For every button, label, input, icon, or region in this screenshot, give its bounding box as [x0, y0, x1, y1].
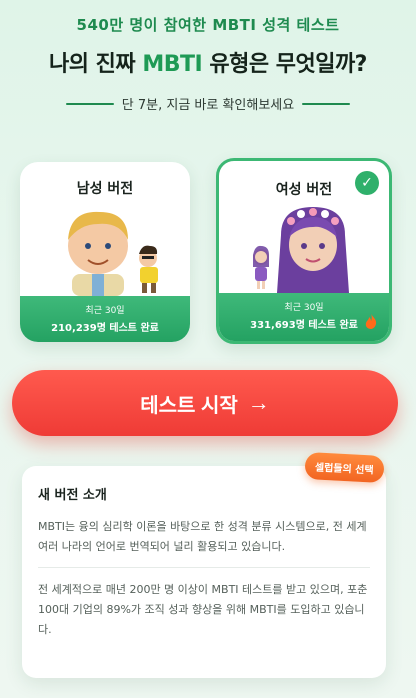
tagline-line-left — [65, 102, 114, 105]
info-title: 새 버전 소개 — [38, 488, 107, 503]
male-card-footer: 최근 30일 210,239명 테스트 완료 — [20, 296, 190, 342]
page-title: 나의 진짜 MBTI 유형은 무엇일까? — [0, 46, 416, 78]
male-stat: 210,239명 테스트 완료 — [51, 323, 159, 334]
tagline-line-right — [302, 102, 351, 105]
fire-icon — [365, 313, 377, 329]
participant-count-subtitle: 540만 명이 참여한 MBTI 성격 테스트 — [76, 16, 340, 34]
info-paragraph-2: 전 세계적으로 매년 200만 명 이상이 MBTI 테스트를 받고 있으며, … — [38, 583, 368, 636]
start-test-label: 테스트 시작 — [140, 394, 238, 417]
info-paragraph-1: MBTI는 융의 심리학 이론을 바탕으로 한 성격 분류 시스템으로, 전 세… — [38, 520, 367, 553]
male-card-title: 남성 버전 — [76, 181, 134, 197]
female-period: 최근 30일 — [284, 303, 324, 313]
check-icon: ✓ — [355, 171, 379, 195]
female-card-footer: 최근 30일 331,693명 테스트 완료 — [219, 293, 389, 341]
male-period: 최근 30일 — [85, 306, 125, 316]
headline-part-1: 나의 진짜 — [49, 52, 143, 77]
headline-part-2: 유형은 무엇일까? — [202, 52, 367, 77]
celebrity-choice-badge: 셀럽들의 선택 — [304, 451, 385, 484]
info-divider — [38, 567, 370, 568]
new-version-info-card: 셀럽들의 선택 새 버전 소개 MBTI는 융의 심리학 이론을 바탕으로 한 … — [22, 451, 386, 678]
male-version-card[interactable]: 남성 버전 최근 30일 210,239명 테스트 완료 — [20, 162, 190, 342]
tagline: 단 7분, 지금 바로 확인해보세요 — [0, 94, 416, 113]
female-stat: 331,693명 테스트 완료 — [250, 320, 358, 331]
start-test-button[interactable]: 테스트 시작 → — [12, 370, 398, 436]
tagline-text: 단 7분, 지금 바로 확인해보세요 — [121, 98, 295, 113]
male-character-illustration — [68, 211, 158, 296]
headline-accent: MBTI — [142, 52, 203, 77]
female-version-card[interactable]: 여성 버전 ✓ 최근 30일 331,693명 테스트 완료 — [216, 158, 392, 344]
arrow-right-icon: → — [247, 390, 270, 415]
female-character-illustration — [253, 207, 349, 293]
